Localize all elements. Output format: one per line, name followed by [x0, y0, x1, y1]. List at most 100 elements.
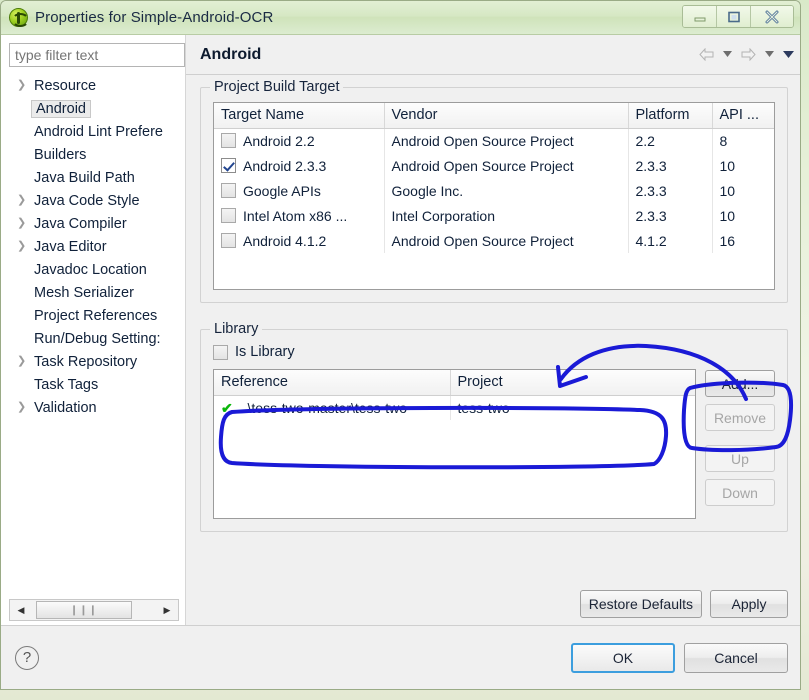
target-name-cell[interactable]: Intel Atom x86 ... — [214, 203, 385, 228]
sidebar-item-android-lint-prefere[interactable]: Android Lint Prefere — [9, 120, 185, 143]
restore-defaults-button[interactable]: Restore Defaults — [579, 590, 702, 618]
help-icon[interactable]: ? — [15, 645, 39, 670]
chevron-right-icon[interactable]: ❯ — [17, 402, 31, 413]
table-row[interactable]: Android 4.1.2 Android Open Source Project… — [214, 228, 774, 253]
sidebar-item-label: Java Editor — [34, 238, 107, 255]
sidebar-item-java-editor[interactable]: ❯ Java Editor — [9, 235, 185, 258]
sidebar-item-label: Java Build Path — [34, 169, 135, 186]
platform-cell: 2.3.3 — [628, 153, 713, 178]
build-target-col-header[interactable]: Platform — [628, 103, 713, 129]
forward-arrow-icon[interactable] — [741, 48, 756, 61]
add-button[interactable]: Add... — [704, 370, 776, 397]
scroll-right-icon[interactable]: ▶ — [156, 600, 178, 620]
project-cell: tess-two — [457, 399, 510, 416]
library-legend: Library — [210, 321, 263, 337]
scrollbar-thumb[interactable]: ❙❙❙ — [36, 601, 132, 619]
sidebar-item-mesh-serializer[interactable]: Mesh Serializer — [9, 281, 185, 304]
sidebar-item-label: Resource — [34, 77, 97, 94]
sidebar-item-label: Builders — [34, 146, 87, 163]
sidebar-item-label: Project References — [34, 307, 158, 324]
forward-dropdown-icon[interactable] — [765, 51, 774, 58]
library-col-header[interactable]: Reference — [214, 370, 451, 396]
target-name-cell[interactable]: Android 4.1.2 — [214, 228, 385, 253]
api-level-cell: 10 — [719, 182, 736, 199]
title-bar[interactable]: Properties for Simple-Android-OCR — [1, 1, 800, 35]
target-checkbox[interactable] — [221, 158, 236, 173]
chevron-right-icon[interactable]: ❯ — [17, 356, 31, 367]
target-checkbox[interactable] — [221, 208, 236, 223]
sidebar-item-resource[interactable]: ❯ Resource — [9, 74, 185, 97]
target-checkbox[interactable] — [221, 183, 236, 198]
chevron-right-icon[interactable]: ❯ — [17, 241, 31, 252]
sidebar-item-task-repository[interactable]: ❯ Task Repository — [9, 350, 185, 373]
build-target-body: Android 2.2 Android Open Source Project 2.… — [214, 128, 774, 253]
sidebar-item-java-code-style[interactable]: ❯ Java Code Style — [9, 189, 185, 212]
maximize-icon[interactable] — [717, 6, 751, 27]
table-row[interactable]: Google APIs Google Inc. 2.3.3 10 — [214, 178, 774, 203]
target-name-cell[interactable]: Google APIs — [214, 178, 385, 203]
sidebar-item-label: Validation — [34, 399, 97, 416]
view-menu-dropdown-icon[interactable] — [783, 50, 794, 59]
down-button: Down — [704, 479, 776, 506]
target-name-cell[interactable]: Android 2.2 — [214, 128, 385, 153]
target-checkbox[interactable] — [221, 133, 236, 149]
sidebar-item-task-tags[interactable]: Task Tags — [9, 373, 185, 396]
close-icon[interactable] — [751, 6, 793, 27]
preferences-tree: ❯ Resource Android Android Lint Prefere Buil… — [9, 74, 185, 599]
sidebar-item-label: Android Lint Prefere — [34, 123, 163, 140]
reference-cell[interactable]: ✔ ..\tess-two-master\tess-two — [214, 395, 451, 420]
sidebar-item-project-references[interactable]: Project References — [9, 304, 185, 327]
table-row[interactable]: Intel Atom x86 ... Intel Corporation 2.3.3… — [214, 203, 774, 228]
chevron-right-icon[interactable]: ❯ — [17, 80, 31, 91]
page-title: Android — [200, 45, 262, 63]
chevron-right-icon[interactable]: ❯ — [17, 195, 31, 206]
is-library-checkbox[interactable] — [213, 344, 228, 360]
sidebar-item-builders[interactable]: Builders — [9, 143, 185, 166]
minimize-icon[interactable] — [683, 6, 717, 27]
table-row[interactable]: ✔ ..\tess-two-master\tess-two tess-two — [214, 395, 695, 420]
sidebar-item-run-debug-setting[interactable]: Run/Debug Setting: — [9, 327, 185, 350]
sidebar-item-javadoc-location[interactable]: Javadoc Location — [9, 258, 185, 281]
target-checkbox[interactable] — [221, 233, 236, 248]
build-target-col-header[interactable]: Target Name — [214, 103, 385, 129]
target-name-label: Intel Atom x86 ... — [243, 207, 348, 224]
project-build-target-legend: Project Build Target — [210, 79, 344, 95]
scroll-left-icon[interactable]: ◀ — [10, 600, 32, 620]
build-target-table[interactable]: Target Name Vendor Platform API ... Android… — [213, 102, 775, 290]
sidebar-item-android[interactable]: Android — [9, 97, 185, 120]
android-preference-page: Android Project Build Target Target Name… — [186, 35, 800, 627]
sidebar-horizontal-scrollbar[interactable]: ◀ ❙❙❙ ▶ — [9, 599, 179, 621]
library-col-header[interactable]: Project — [450, 370, 695, 396]
vendor-cell: Intel Corporation — [384, 203, 629, 228]
build-target-grid: Target Name Vendor Platform API ... Android… — [214, 103, 774, 253]
reference-path-label: ..\tess-two-master\tess-two — [239, 399, 407, 416]
platform-cell: 2.3.3 — [628, 178, 713, 203]
back-dropdown-icon[interactable] — [723, 51, 732, 58]
target-name-cell[interactable]: Android 2.3.3 — [214, 153, 385, 178]
chevron-right-icon[interactable]: ❯ — [17, 218, 31, 229]
table-row[interactable]: Android 2.2 Android Open Source Project 2.… — [214, 128, 774, 153]
is-library-checkbox-row[interactable]: Is Library — [213, 344, 775, 360]
window-title: Properties for Simple-Android-OCR — [35, 9, 274, 26]
cancel-button[interactable]: Cancel — [684, 642, 788, 673]
ok-button[interactable]: OK — [571, 642, 675, 673]
apply-button[interactable]: Apply — [710, 590, 788, 618]
build-target-header-row: Target Name Vendor Platform API ... — [214, 103, 774, 129]
project-build-target-group: Project Build Target Target Name Vendor Pl… — [200, 79, 788, 303]
sidebar-item-java-compiler[interactable]: ❯ Java Compiler — [9, 212, 185, 235]
target-name-label: Android 2.3.3 — [243, 157, 327, 174]
build-target-col-header[interactable]: API ... — [712, 103, 774, 129]
sidebar-item-label: Javadoc Location — [34, 261, 147, 278]
sidebar-item-java-build-path[interactable]: Java Build Path — [9, 166, 185, 189]
build-target-col-header[interactable]: Vendor — [384, 103, 629, 129]
sidebar-item-validation[interactable]: ❯ Validation — [9, 396, 185, 419]
dialog-body: ❯ResourceAndroidAndroid Lint PrefereBuil… — [1, 35, 800, 627]
library-content: Reference Project ✔ ..\tess-two-master\tes… — [213, 369, 776, 519]
page-header: Android — [186, 35, 800, 75]
library-references-table[interactable]: Reference Project ✔ ..\tess-two-master\tes… — [213, 369, 696, 519]
sidebar-item-label: Task Repository — [34, 353, 138, 370]
library-grid: Reference Project ✔ ..\tess-two-master\tes… — [214, 370, 695, 420]
filter-input[interactable] — [9, 43, 185, 67]
table-row[interactable]: Android 2.3.3 Android Open Source Project… — [214, 153, 774, 178]
back-arrow-icon[interactable] — [699, 48, 714, 61]
